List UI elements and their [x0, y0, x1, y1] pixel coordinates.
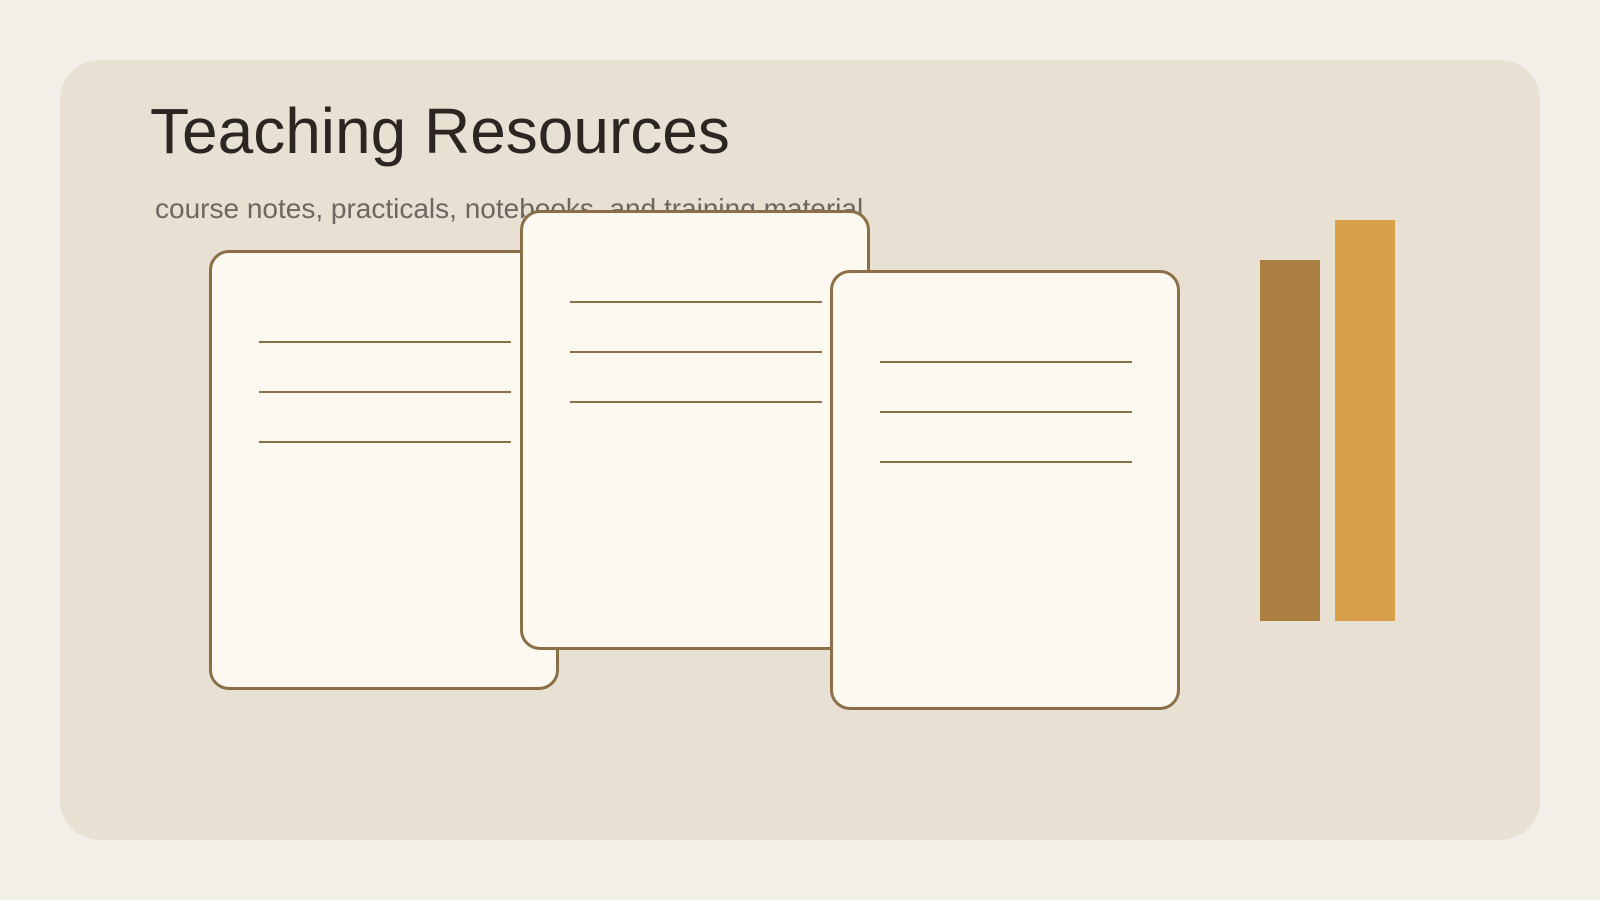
- text-line: [570, 351, 822, 353]
- text-line: [259, 441, 511, 443]
- text-line: [570, 301, 822, 303]
- document-page-icon: [830, 270, 1180, 710]
- book-spine-icon: [1260, 260, 1320, 621]
- text-line: [880, 461, 1132, 463]
- text-line: [570, 401, 822, 403]
- book-spine-icon: [1335, 220, 1395, 621]
- hero-banner: Teaching Resources course notes, practic…: [0, 0, 1600, 900]
- text-line: [259, 391, 511, 393]
- text-line: [880, 361, 1132, 363]
- text-line: [259, 341, 511, 343]
- text-line: [880, 411, 1132, 413]
- page-title: Teaching Resources: [150, 95, 730, 167]
- document-page-icon: [520, 210, 870, 650]
- document-page-icon: [209, 250, 559, 690]
